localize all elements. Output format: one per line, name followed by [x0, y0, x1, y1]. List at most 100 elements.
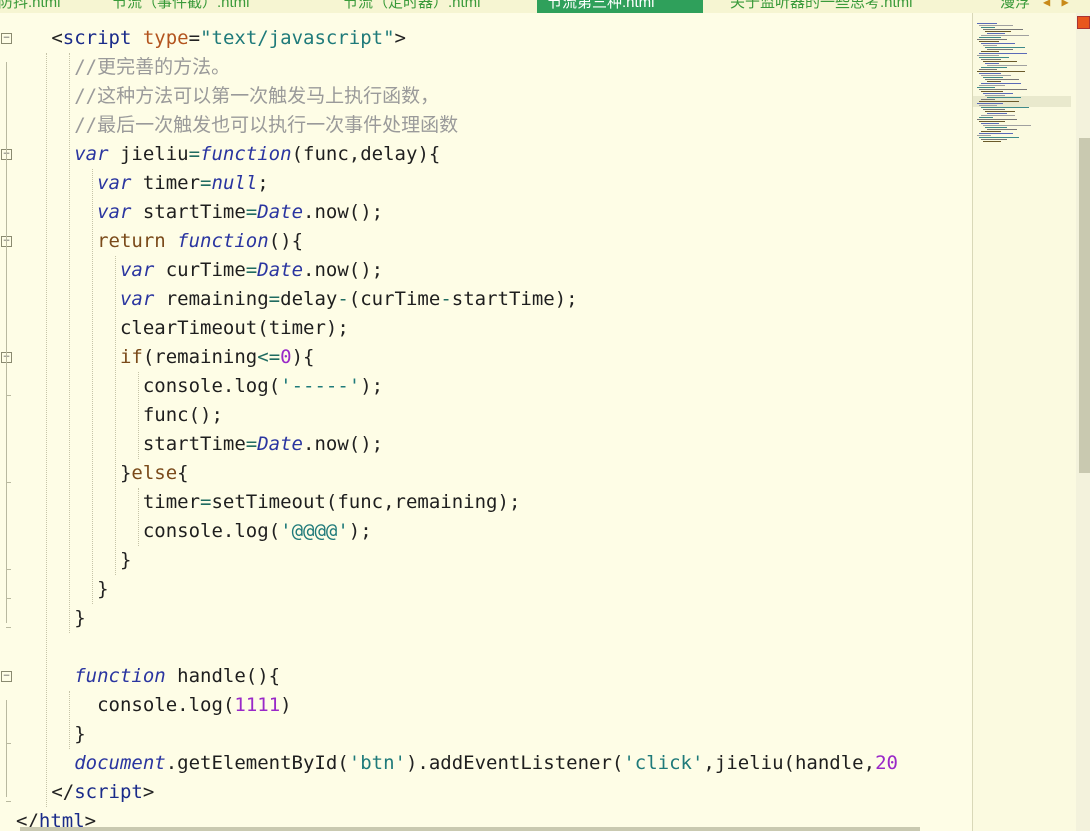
minimap-line — [977, 23, 997, 24]
code-line[interactable]: func(); — [143, 401, 223, 430]
code-token: var — [97, 201, 132, 223]
code-token: function — [177, 230, 269, 252]
minimap-line — [981, 75, 1011, 76]
code-line[interactable]: var curTime=Date.now(); — [120, 256, 383, 285]
code-line[interactable]: var timer=null; — [97, 169, 269, 198]
code-line[interactable]: } — [74, 604, 85, 633]
code-line[interactable]: return function(){ — [97, 227, 303, 256]
code-token: , — [383, 491, 395, 513]
code-token: > — [394, 27, 406, 49]
code-line[interactable]: }else{ — [120, 459, 189, 488]
code-line[interactable]: document.getElementById('btn').addEventL… — [74, 749, 898, 778]
code-line[interactable]: console.log('@@@@'); — [143, 517, 372, 546]
code-token: } — [119, 549, 132, 571]
code-token: log — [234, 375, 269, 397]
minimap-line — [979, 57, 1009, 58]
code-token: func — [337, 491, 384, 513]
code-token: return — [97, 230, 166, 252]
code-token: setTimeout — [211, 491, 326, 513]
code-line[interactable]: if(remaining<=0){ — [120, 343, 315, 372]
code-token: now — [314, 201, 349, 223]
code-token: = — [188, 143, 201, 165]
fold-end-tick — [6, 569, 11, 570]
minimap-line — [985, 63, 999, 64]
minimap-line — [981, 27, 995, 28]
minimap-line — [987, 97, 1021, 98]
tab-jieliu-third[interactable]: 节流第三种.html — [537, 0, 703, 13]
code-line[interactable]: //更完善的方法。 — [74, 53, 230, 82]
code-line[interactable]: //这种方法可以第一次触发马上执行函数， — [74, 82, 439, 111]
code-line[interactable]: clearTimeout(timer); — [120, 314, 349, 343]
code-token: - — [440, 288, 452, 310]
code-token: startTime — [131, 201, 246, 223]
code-line[interactable]: var jieliu=function(func,delay){ — [74, 140, 440, 169]
code-token: ; — [257, 172, 269, 194]
code-line[interactable]: startTime=Date.now(); — [143, 430, 383, 459]
code-token: <= — [257, 346, 281, 368]
indent-guide — [114, 256, 116, 575]
code-token: func — [303, 143, 349, 165]
vertical-scrollbar[interactable] — [1076, 13, 1090, 831]
fold-end-tick — [6, 395, 11, 396]
code-token: , — [703, 752, 715, 774]
scrollbar-thumb[interactable] — [1079, 138, 1090, 473]
code-line[interactable]: </script> — [51, 778, 154, 807]
code-token: function — [200, 143, 292, 165]
code-token: console — [142, 375, 223, 397]
code-token: (){ — [245, 665, 281, 687]
minimap-line — [981, 83, 1021, 84]
minimap-line — [977, 103, 1003, 104]
minimap-line — [985, 31, 1011, 32]
code-token: ); — [554, 288, 578, 310]
fold-end-tick — [6, 801, 11, 802]
code-token: document — [74, 752, 166, 774]
code-line[interactable]: } — [74, 720, 85, 749]
tab-overflow[interactable]: 漫浮 — [1000, 0, 1030, 13]
code-line[interactable]: } — [120, 546, 131, 575]
minimap[interactable] — [972, 13, 1076, 831]
tab-listener-thoughts[interactable]: 关于监听器的一些思考.html — [730, 0, 913, 13]
code-token: (); — [348, 201, 384, 223]
code-token: (); — [348, 433, 384, 455]
code-line[interactable]: } — [97, 575, 108, 604]
tab-fangdou[interactable]: 防抖.html — [0, 0, 61, 13]
minimap-line — [977, 135, 991, 136]
fold-toggle-icon[interactable]: − — [1, 671, 12, 682]
minimap-line — [981, 51, 999, 52]
code-line[interactable]: //最后一次触发也可以执行一次事件处理函数 — [74, 111, 458, 140]
code-line[interactable]: timer=setTimeout(func,remaining); — [143, 488, 521, 517]
code-token: else — [131, 462, 178, 484]
code-token: = — [200, 491, 212, 513]
code-line[interactable]: console.log('-----'); — [143, 372, 383, 401]
code-token: . — [177, 694, 189, 716]
code-token: } — [97, 578, 109, 600]
minimap-line — [985, 47, 1025, 48]
code-token: startTime — [451, 288, 555, 310]
minimap-line — [977, 55, 999, 56]
code-line[interactable]: var startTime=Date.now(); — [97, 198, 383, 227]
code-line[interactable]: var remaining=delay-(curTime-startTime); — [120, 285, 578, 314]
minimap-line — [977, 87, 995, 88]
code-token: function — [74, 665, 166, 687]
minimap-line — [979, 25, 1013, 26]
tab-jieliu-event[interactable]: 节流（事件截）.html — [112, 0, 250, 13]
indent-guide — [69, 53, 71, 633]
code-editor[interactable]: <script type="text/javascript">//更完善的方法。… — [16, 24, 972, 831]
code-token: ( — [783, 752, 795, 774]
code-line[interactable]: <script type="text/javascript"> — [51, 24, 406, 53]
code-token: ){ — [417, 143, 441, 165]
code-line[interactable]: console.log(1111) — [97, 691, 292, 720]
fold-toggle-icon[interactable]: − — [1, 33, 12, 44]
tab-jieliu-timer[interactable]: 节流（定时器）.html — [343, 0, 481, 13]
minimap-line — [977, 39, 1007, 40]
code-line[interactable]: function handle(){ — [74, 662, 280, 691]
minimap-line — [981, 91, 1003, 92]
horizontal-scrollbar[interactable] — [20, 827, 920, 831]
tab-scroll-arrows-icon[interactable]: ◀ ▶ — [1043, 0, 1071, 9]
minimap-line — [981, 123, 999, 124]
indent-guide — [137, 488, 139, 546]
minimap-line — [987, 49, 1013, 50]
indent-guide — [69, 691, 71, 749]
code-token: ){ — [291, 346, 315, 368]
